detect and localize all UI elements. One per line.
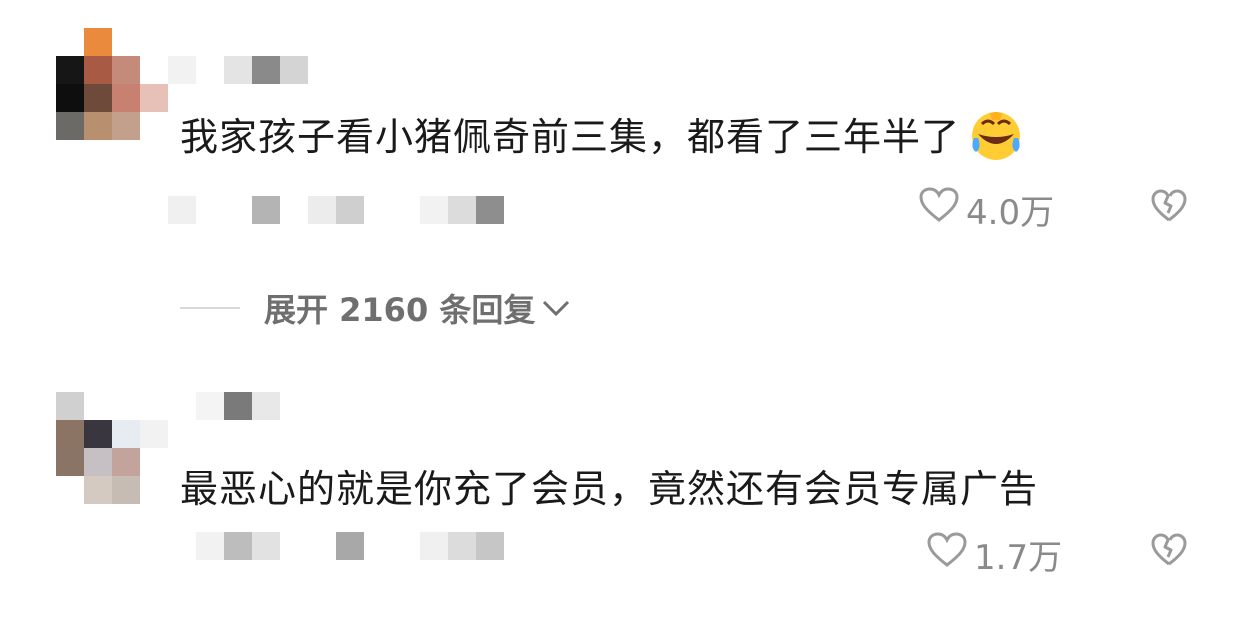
dislike-button[interactable] xyxy=(1150,532,1188,572)
chevron-down-icon xyxy=(535,289,571,327)
laughing-crying-emoji-icon xyxy=(966,108,1026,171)
avatar[interactable] xyxy=(56,28,168,140)
like-count: 1.7万 xyxy=(974,538,1063,578)
broken-heart-icon xyxy=(1150,189,1188,228)
comment-meta-redacted xyxy=(168,532,504,560)
broken-heart-icon xyxy=(1150,533,1188,572)
expand-replies-label: 展开 2160 条回复 xyxy=(264,291,536,329)
expand-replies-button[interactable]: 展开 2160 条回复 xyxy=(180,285,571,331)
like-button[interactable]: 1.7万 xyxy=(926,530,1062,579)
username-redacted[interactable] xyxy=(196,392,280,420)
dislike-button[interactable] xyxy=(1150,188,1188,228)
comment-text: 我家孩子看小猪佩奇前三集，都看了三年半了 xyxy=(180,106,1026,171)
heart-outline-icon xyxy=(926,531,968,578)
username-redacted[interactable] xyxy=(168,56,308,84)
comment-text: 最恶心的就是你充了会员，竟然还有会员专属广告 xyxy=(180,467,1039,511)
comment-meta-redacted xyxy=(168,196,504,224)
heart-outline-icon xyxy=(918,186,960,233)
like-count: 4.0万 xyxy=(966,193,1055,233)
divider xyxy=(180,307,240,309)
like-button[interactable]: 4.0万 xyxy=(918,185,1054,234)
avatar[interactable] xyxy=(56,392,168,504)
